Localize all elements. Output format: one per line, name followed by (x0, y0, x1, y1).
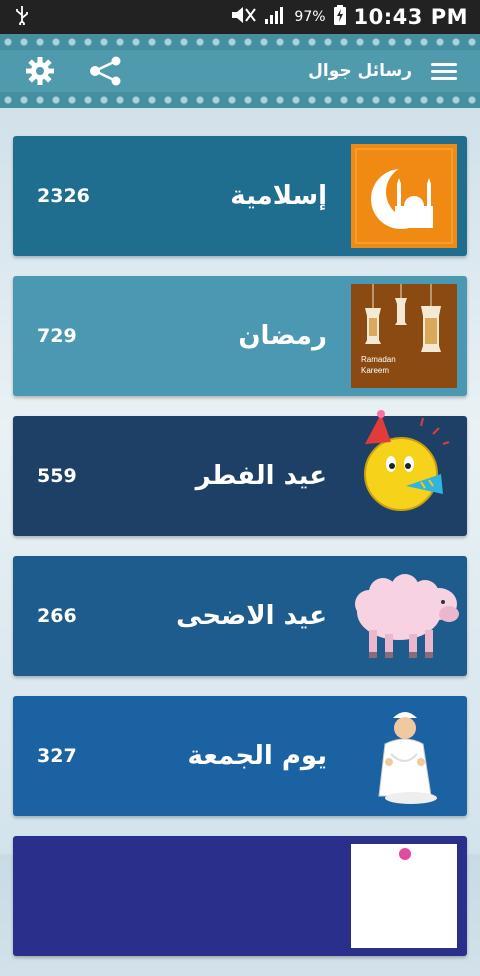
islamic-crescent-mosque-icon (351, 144, 457, 248)
category-card-partial[interactable] (13, 836, 467, 956)
category-label: عيد الفطر (195, 461, 327, 491)
party-smiley-icon (351, 404, 457, 524)
status-bar: 97% 10:43 PM (0, 0, 480, 34)
clock: 10:43 PM (353, 5, 468, 29)
decorative-pattern (0, 92, 480, 108)
app-title: رسائل جوال (308, 61, 412, 81)
category-count: 2326 (37, 185, 90, 207)
category-card-eid-adha[interactable]: 266 عيد الاضحى (13, 556, 467, 676)
share-icon[interactable] (84, 54, 128, 88)
signal-icon (264, 6, 286, 28)
app-bar: رسائل جوال (0, 34, 480, 108)
category-card-ramadan[interactable]: 729 رمضان Ramadan Kareem (13, 276, 467, 396)
category-list: 2326 إسلامية 729 رمضان Ramadan Kareem 55… (13, 136, 467, 976)
category-label: رمضان (238, 321, 327, 351)
ramadan-lanterns-icon: Ramadan Kareem (351, 284, 457, 388)
category-card-islamic[interactable]: 2326 إسلامية (13, 136, 467, 256)
menu-hamburger-icon[interactable] (422, 54, 466, 88)
mute-icon (230, 6, 257, 28)
category-card-eid-fitr[interactable]: 559 عيد الفطر (13, 410, 467, 536)
praying-boy-icon (351, 704, 457, 808)
category-count: 266 (37, 605, 77, 627)
sheep-icon (347, 564, 463, 668)
category-count: 729 (37, 325, 77, 347)
usb-icon (0, 5, 30, 30)
partial-card-icon (351, 844, 457, 948)
category-label: عيد الاضحى (176, 601, 327, 631)
category-count: 559 (37, 465, 77, 487)
category-card-friday[interactable]: 327 يوم الجمعة (13, 696, 467, 816)
category-count: 327 (37, 745, 77, 767)
battery-percent: 97% (294, 9, 326, 25)
ramadan-kareem-text: Ramadan Kareem (361, 355, 396, 375)
category-label: إسلامية (230, 181, 327, 211)
category-label: يوم الجمعة (187, 741, 327, 771)
decorative-pattern (0, 34, 480, 50)
settings-gear-icon[interactable] (18, 54, 62, 88)
battery-icon (333, 5, 346, 29)
